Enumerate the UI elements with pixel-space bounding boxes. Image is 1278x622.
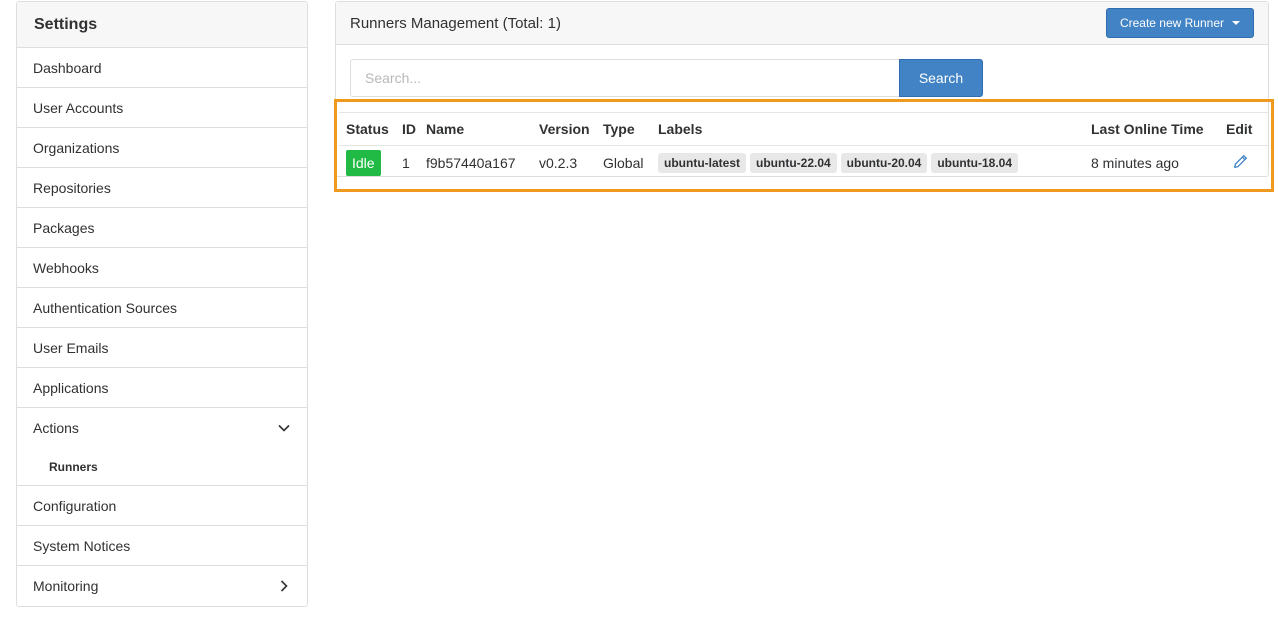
sidebar-item-label: Webhooks [33,259,99,276]
header-type: Type [603,121,635,137]
runners-panel: Runners Management (Total: 1) Create new… [335,1,1269,177]
sidebar-item-label: User Emails [33,339,109,356]
sidebar-item-configuration[interactable]: Configuration [17,486,307,526]
search-bar: Search [350,59,983,97]
sidebar-item-actions[interactable]: Actions [17,408,307,448]
panel-header: Runners Management (Total: 1) Create new… [336,2,1268,45]
header-version: Version [539,121,590,137]
header-status: Status [346,121,389,137]
sidebar-item-label: Authentication Sources [33,299,177,316]
runner-type: Global [603,154,644,171]
sidebar-item-label: Monitoring [33,578,99,594]
header-labels: Labels [658,121,703,137]
status-badge: Idle [346,149,381,176]
create-runner-button[interactable]: Create new Runner [1105,8,1254,38]
header-name: Name [426,121,465,137]
pencil-icon[interactable] [1233,154,1248,169]
sidebar-item-organizations[interactable]: Organizations [17,128,307,168]
runner-id: 1 [402,154,410,171]
sidebar-item-label: Dashboard [33,59,102,76]
sidebar-item-label: Configuration [33,497,117,514]
caret-down-icon [1232,21,1240,25]
label-tag: ubuntu-22.04 [750,152,837,173]
sidebar-item-runners[interactable]: Runners [17,448,307,486]
label-tag: ubuntu-20.04 [840,152,928,173]
settings-sidebar: Settings Dashboard User Accounts Organiz… [16,1,308,607]
search-input[interactable] [350,59,899,97]
sidebar-item-label: Actions [33,420,79,436]
table-row: Idle 1 f9b57440a167 v0.2.3 Global ubuntu… [339,146,1268,179]
sidebar-item-authentication-sources[interactable]: Authentication Sources [17,288,307,328]
sidebar-item-label: Repositories [33,179,111,196]
sidebar-item-label: Packages [33,219,95,236]
runners-table: Status ID Name Version Type Labels Last … [339,112,1268,179]
sidebar-item-user-accounts[interactable]: User Accounts [17,88,307,128]
label-tag: ubuntu-18.04 [931,152,1019,173]
label-tag: ubuntu-latest [658,152,746,173]
sidebar-item-user-emails[interactable]: User Emails [17,328,307,368]
chevron-down-icon [277,421,291,435]
sidebar-item-monitoring[interactable]: Monitoring [17,566,307,606]
sidebar-item-label: System Notices [33,537,131,554]
search-button[interactable]: Search [899,59,983,97]
runner-version: v0.2.3 [539,154,578,171]
sidebar-item-applications[interactable]: Applications [17,368,307,408]
runner-name: f9b57440a167 [426,154,516,171]
sidebar-item-repositories[interactable]: Repositories [17,168,307,208]
page-title: Runners Management (Total: 1) [350,14,561,32]
sidebar-item-system-notices[interactable]: System Notices [17,526,307,566]
sidebar-item-label: Runners [49,459,98,474]
sidebar-item-label: Applications [33,379,109,396]
sidebar-item-packages[interactable]: Packages [17,208,307,248]
last-online-time: 8 minutes ago [1091,154,1179,171]
header-last-online: Last Online Time [1091,121,1204,137]
runner-labels: ubuntu-latest ubuntu-22.04 ubuntu-20.04 ubu… [658,152,1022,173]
sidebar-item-label: User Accounts [33,99,124,116]
chevron-right-icon [277,579,291,593]
header-edit: Edit [1226,121,1253,137]
sidebar-item-dashboard[interactable]: Dashboard [17,48,307,88]
sidebar-title: Settings [17,2,307,48]
header-id: ID [402,121,416,137]
create-runner-label: Create new Runner [1119,16,1224,30]
sidebar-item-label: Organizations [33,139,120,156]
sidebar-item-webhooks[interactable]: Webhooks [17,248,307,288]
table-header: Status ID Name Version Type Labels Last … [339,113,1268,146]
